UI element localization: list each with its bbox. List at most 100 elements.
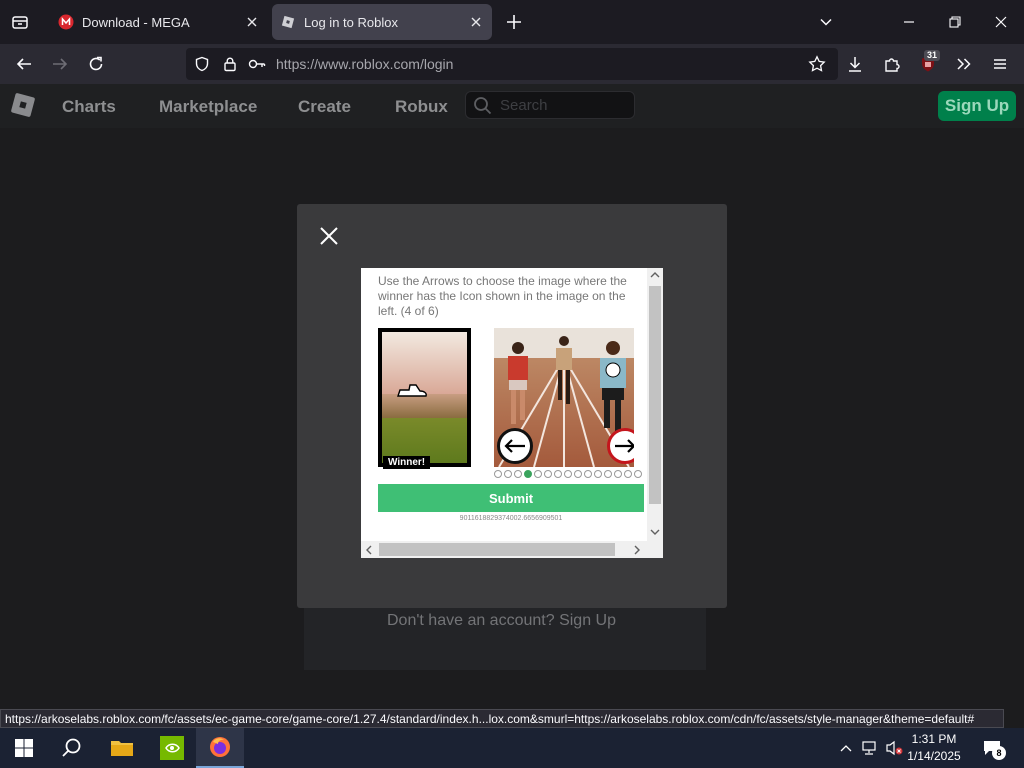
position-dot <box>564 470 572 478</box>
tab-title: Download - MEGA <box>82 14 190 30</box>
restore-button[interactable] <box>943 10 967 34</box>
nvidia-button[interactable] <box>148 728 196 768</box>
close-icon <box>247 17 257 27</box>
reference-image: Winner! <box>378 328 471 469</box>
app-menu-button[interactable] <box>988 52 1012 76</box>
back-button[interactable] <box>12 52 36 76</box>
arrow-right-icon <box>615 439 634 453</box>
speaker-muted-icon <box>886 740 903 756</box>
roblox-header: Charts Marketplace Create Robux Search S… <box>0 84 1024 128</box>
restore-icon <box>949 16 961 28</box>
volume-button[interactable] <box>884 738 904 758</box>
reload-button[interactable] <box>84 52 108 76</box>
position-dot <box>634 470 642 478</box>
download-icon <box>849 57 861 72</box>
position-dot <box>504 470 512 478</box>
minimize-icon <box>904 21 914 23</box>
position-dot <box>584 470 592 478</box>
close-icon <box>995 16 1007 28</box>
position-dot <box>494 470 502 478</box>
plus-icon <box>507 15 521 29</box>
close-window-button[interactable] <box>989 10 1013 34</box>
list-all-tabs-button[interactable] <box>6 8 34 36</box>
link-status-bar: https://arkoselabs.roblox.com/fc/assets/… <box>0 709 1004 728</box>
chevron-up-icon <box>840 745 852 752</box>
tab-list-icon <box>12 16 28 29</box>
url-path: /login <box>419 56 454 72</box>
tab-title: Log in to Roblox <box>304 14 398 30</box>
start-button[interactable] <box>0 728 48 768</box>
show-hidden-icons-button[interactable] <box>836 738 856 758</box>
search-icon <box>62 738 81 757</box>
winner-label: Winner! <box>383 456 431 469</box>
position-dot <box>534 470 542 478</box>
no-account-signup-link[interactable]: Don't have an account? Sign Up <box>387 612 616 630</box>
tab-strip: Download - MEGA Log in to Roblox <box>0 0 1024 44</box>
tab-overflow-button[interactable] <box>814 10 838 34</box>
nvidia-icon <box>160 736 184 760</box>
captcha-frame: Use the Arrows to choose the image where… <box>361 268 663 558</box>
firefox-taskbar-button[interactable] <box>196 728 244 768</box>
lock-icon[interactable] <box>222 56 238 72</box>
address-bar[interactable]: https://www.roblox.com/login <box>186 48 838 80</box>
extensions-button[interactable] <box>880 52 904 76</box>
network-button[interactable] <box>860 738 880 758</box>
navigation-toolbar: https://www.roblox.com/login <box>0 44 1024 84</box>
nav-charts[interactable]: Charts <box>62 97 116 117</box>
clock-date: 1/14/2025 <box>907 749 961 763</box>
position-dot <box>574 470 582 478</box>
position-dot <box>594 470 602 478</box>
clock[interactable]: 1:31 PM 1/14/2025 <box>904 731 964 765</box>
roblox-search-input[interactable]: Search <box>465 91 635 119</box>
vertical-scrollbar[interactable] <box>647 268 663 541</box>
more-tools-button[interactable] <box>952 52 976 76</box>
file-explorer-button[interactable] <box>98 728 146 768</box>
hamburger-icon <box>994 59 1006 69</box>
folder-icon <box>111 741 133 756</box>
position-dot <box>614 470 622 478</box>
nav-robux[interactable]: Robux <box>395 97 448 117</box>
minimize-button[interactable] <box>897 10 921 34</box>
tab-close-button[interactable] <box>244 14 260 30</box>
double-chevron-right-icon <box>957 58 971 70</box>
network-icon <box>862 741 876 755</box>
image-position-indicator <box>494 470 642 478</box>
notification-count: 8 <box>992 746 1006 760</box>
nav-marketplace[interactable]: Marketplace <box>159 97 257 117</box>
close-icon[interactable] <box>317 224 341 248</box>
previous-arrow-button[interactable] <box>497 428 533 464</box>
scroll-down-icon[interactable] <box>650 528 660 536</box>
tab-close-button[interactable] <box>468 14 484 30</box>
firefox-icon <box>210 737 230 757</box>
star-icon[interactable] <box>808 55 826 73</box>
scroll-up-icon[interactable] <box>650 271 660 279</box>
scroll-right-icon[interactable] <box>633 545 641 555</box>
roblox-logo-icon[interactable] <box>10 92 36 118</box>
nav-create[interactable]: Create <box>298 97 351 117</box>
horizontal-scrollbar[interactable] <box>361 541 663 558</box>
tab-roblox-login[interactable]: Log in to Roblox <box>272 4 492 40</box>
url-host: https://www.roblox.com <box>276 56 420 72</box>
position-dot <box>544 470 552 478</box>
close-icon <box>471 17 481 27</box>
scrollbar-thumb[interactable] <box>649 286 661 504</box>
signup-button[interactable]: Sign Up <box>938 91 1016 121</box>
scroll-left-icon[interactable] <box>365 545 373 555</box>
scrollbar-thumb[interactable] <box>379 543 615 556</box>
new-tab-button[interactable] <box>502 10 526 34</box>
clock-time: 1:31 PM <box>911 732 957 746</box>
downloads-button[interactable] <box>843 52 867 76</box>
shoe-icon <box>397 384 427 397</box>
tab-mega[interactable]: Download - MEGA <box>50 4 268 40</box>
taskbar: 1:31 PM 1/14/2025 8 <box>0 728 1024 768</box>
forward-button[interactable] <box>48 52 72 76</box>
url-text[interactable]: https://www.roblox.com/login <box>276 56 453 72</box>
submit-button[interactable]: Submit <box>378 484 644 512</box>
search-button[interactable] <box>48 728 96 768</box>
shield-icon[interactable] <box>194 56 210 72</box>
captcha-modal: Use the Arrows to choose the image where… <box>297 204 727 608</box>
captcha-instruction: Use the Arrows to choose the image where… <box>378 274 627 318</box>
choice-image <box>494 328 634 467</box>
key-icon[interactable] <box>248 56 266 72</box>
puzzle-icon <box>885 58 900 72</box>
